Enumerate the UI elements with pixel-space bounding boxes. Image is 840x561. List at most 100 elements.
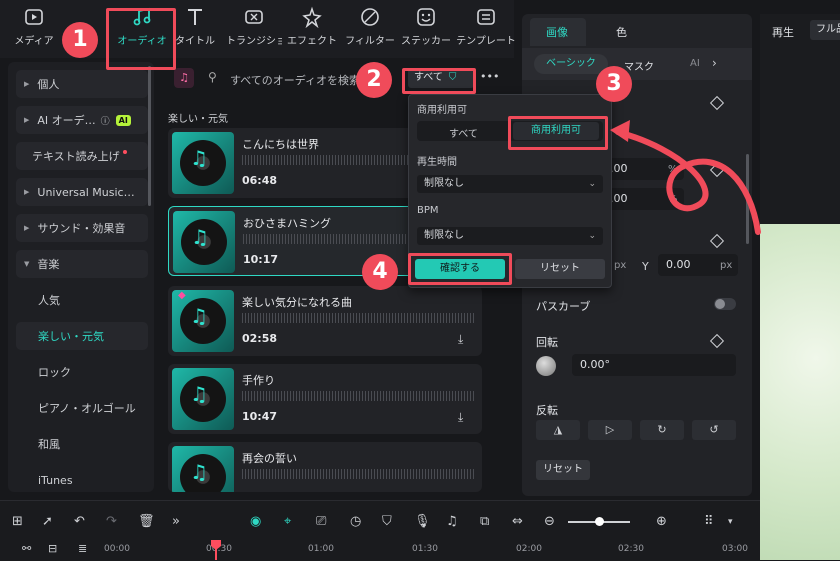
ai-music-icon[interactable]: ♫ [174,68,194,88]
layout-icon[interactable]: ⠿ [704,514,714,529]
waveform [242,313,474,323]
tab-color[interactable]: 色 [616,24,627,40]
track-card[interactable]: ♫ 再会の誓い [168,442,482,492]
annotation-badge-1: 1 [62,22,98,58]
track-title: 楽しい気分になれる曲 [242,296,352,309]
tool-template[interactable]: テンプレート [456,6,516,56]
track-manager-icon[interactable]: ≣ [78,542,87,555]
link-icon[interactable]: ⚯ [22,542,31,555]
keyframe-diamond-icon[interactable] [709,333,725,349]
zoom-slider-thumb[interactable] [595,517,604,526]
track-title: 再会の誓い [242,452,297,465]
sidebar-scrollbar[interactable] [148,66,151,206]
playhead-line[interactable] [215,548,217,560]
speed-icon[interactable]: ◷ [350,514,361,529]
track-add-icon[interactable]: ⊟ [48,542,57,555]
music-note-icon: ♫ [190,460,208,484]
popup-reset-button[interactable]: リセット [515,259,605,279]
audio-category-sidebar: ▶ 個人 ▶ AI オーデ… ⓘ AI テキスト読み上げ ▶ Universal Musi… [8,62,154,492]
more-options-icon[interactable]: ••• [480,70,499,83]
sidebar-item-japanese[interactable]: 和風 [16,430,148,458]
duration-label: 再生時間 [417,157,457,168]
rotate-cw-button[interactable]: ↻ [640,420,684,440]
help-icon[interactable]: ⓘ [101,114,110,127]
ruler-tick: 03:00 [722,544,748,554]
expand-triangle-icon: ▶ [24,224,30,232]
zoom-in-icon[interactable]: ⊕ [656,514,667,529]
redo-icon[interactable]: ↷ [106,514,117,529]
subtab-ai[interactable]: AI [690,58,700,69]
chevron-down-icon: ⌄ [588,179,596,189]
microphone-icon[interactable]: 🎙 [414,514,431,529]
sidebar-item-popular[interactable]: 人気 [16,286,148,314]
bezier-toggle[interactable] [714,298,736,310]
rotate-ccw-button[interactable]: ↺ [692,420,736,440]
tool-transition[interactable]: トランジション [226,6,282,56]
media-swap-icon[interactable]: ⧉ [480,514,489,529]
undo-icon[interactable]: ↶ [74,514,85,529]
track-card[interactable]: ♫ 手作り 10:47 ⤓ [168,364,482,434]
rotate-dial[interactable] [536,356,556,376]
ruler-tick: 01:30 [412,544,438,554]
bezier-label: パスカーブ [536,300,591,313]
sidebar-item-sound-effects[interactable]: ▶ サウンド・効果音 [16,214,148,242]
ruler-tick: 00:00 [104,544,130,554]
subtab-basic[interactable]: ベーシック [534,54,608,74]
shield-icon[interactable]: ⛉ [382,514,392,529]
bpm-label: BPM [417,205,439,216]
collapse-triangle-icon: ▼ [24,260,30,268]
track-duration: 02:58 [242,332,278,345]
download-icon[interactable]: ⤓ [458,410,463,425]
sidebar-item-itunes[interactable]: iTunes [16,466,148,494]
flip-vertical-button[interactable]: ▷ [588,420,632,440]
sidebar-item-piano[interactable]: ピアノ・オルゴール [16,394,148,422]
chevron-right-icon[interactable]: › [712,56,717,70]
more-tools-icon[interactable]: » [172,514,180,529]
select-cursor-icon[interactable]: ➚ [42,514,53,529]
flip-horizontal-button[interactable]: ◮ [536,420,580,440]
tool-filter[interactable]: フィルター [342,6,398,56]
annotation-arrow-icon [610,120,761,235]
snap-icon[interactable]: ⌖ [284,514,291,529]
sidebar-item-ai-audio[interactable]: ▶ AI オーデ… ⓘ AI [16,106,148,134]
tool-sticker[interactable]: ステッカー [398,6,454,56]
keyframe-diamond-icon[interactable] [709,95,725,111]
zoom-out-icon[interactable]: ⊖ [544,514,555,529]
annotation-highlight-confirm [408,253,512,285]
quality-select[interactable]: フル品 [810,20,840,40]
delete-icon[interactable]: 🗑 [138,514,155,529]
pos-y-label: Y [642,260,649,273]
fit-icon[interactable]: ⇔ [512,514,523,529]
sidebar-item-tts[interactable]: テキスト読み上げ [16,142,148,170]
sidebar-item-rock[interactable]: ロック [16,358,148,386]
ai-robot-icon[interactable]: ◉ [250,514,261,529]
subtab-mask[interactable]: マスク [624,58,654,73]
tool-title[interactable]: タイトル [170,6,220,56]
ruler-tick: 02:30 [618,544,644,554]
tool-effect[interactable]: エフェクト [284,6,340,56]
track-title: おひさまハミング [243,217,331,230]
search-input[interactable]: すべてのオーディオを検索 [230,72,360,88]
audio-list-icon[interactable]: ♫ [446,514,458,529]
track-duration: 10:47 [242,410,278,423]
ai-clip-icon[interactable]: ⎚ [316,514,326,529]
music-note-icon: ♫ [190,304,208,328]
sidebar-item-music[interactable]: ▼ 音楽 [16,250,148,278]
sidebar-item-universal-music[interactable]: ▶ Universal Music… [16,178,148,206]
bpm-select[interactable]: 制限なし ⌄ [417,227,603,245]
annotation-highlight-audio [106,8,176,70]
annotation-highlight-filter [402,68,476,94]
sidebar-item-fun-energetic[interactable]: 楽しい・元気 [16,322,148,350]
download-icon[interactable]: ⤓ [458,332,463,347]
chevron-down-icon[interactable]: ▾ [728,517,733,527]
tool-media[interactable]: メディア [4,6,64,56]
track-card[interactable]: ♫ ◆ 楽しい気分になれる曲 02:58 ⤓ [168,286,482,356]
license-option-all[interactable]: すべて [449,125,478,140]
rotate-field[interactable]: 0.00° [572,354,736,376]
sidebar-item-personal[interactable]: ▶ 個人 [16,70,148,98]
track-thumbnail: ♫ [172,446,234,492]
grid-icon[interactable]: ⊞ [12,514,23,529]
reset-button[interactable]: リセット [536,460,590,480]
track-thumbnail: ♫ [172,368,234,430]
duration-select[interactable]: 制限なし ⌄ [417,175,603,193]
